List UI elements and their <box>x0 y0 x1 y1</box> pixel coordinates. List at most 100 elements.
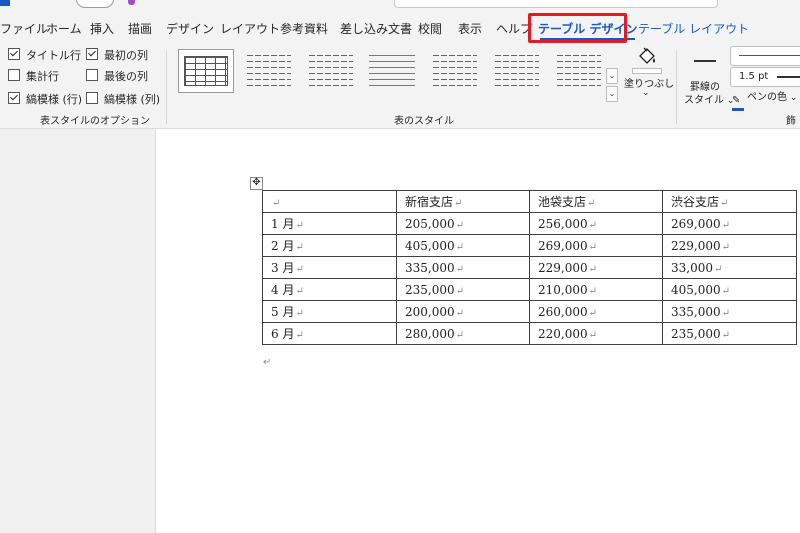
sales-table[interactable]: ↵ 新宿支店↵ 池袋支店↵ 渋谷支店↵ 1 月↵ 205,000↵ 256,00… <box>262 190 797 345</box>
paragraph-mark: ↵ <box>455 219 465 231</box>
line-weight-value: 1.5 pt <box>739 71 769 82</box>
first-column-checkbox[interactable] <box>86 48 98 60</box>
option-first-column[interactable]: 最初の列 <box>86 48 148 64</box>
banded-columns-checkbox[interactable] <box>86 92 98 104</box>
paragraph-mark: ↵ <box>455 241 465 253</box>
cell-text: 235,000 <box>671 326 721 341</box>
table-cell[interactable]: 280,000↵ <box>396 322 530 345</box>
line-weight-preview <box>777 76 800 78</box>
banded-rows-checkbox[interactable] <box>8 92 20 104</box>
total-row-label: 集計行 <box>26 70 59 83</box>
table-cell[interactable]: 405,000↵ <box>662 278 797 301</box>
table-cell[interactable]: 269,000↵ <box>529 234 663 257</box>
search-box[interactable] <box>394 0 718 8</box>
table-cell[interactable]: 5 月↵ <box>262 300 397 323</box>
word-app-icon <box>0 0 10 6</box>
shading-button[interactable]: 塗りつぶし ⌄ <box>624 46 674 102</box>
table-cell[interactable]: 200,000↵ <box>396 300 530 323</box>
gallery-expand-button[interactable]: ⌄ <box>606 86 618 102</box>
table-cell[interactable]: 229,000↵ <box>662 234 797 257</box>
group-separator <box>166 50 167 124</box>
tab-references[interactable]: 参考資料 <box>280 12 328 46</box>
paragraph-mark: ↵ <box>295 286 304 297</box>
gallery-scroll-down-button[interactable]: ⌄ <box>606 68 618 84</box>
table-style-thumb[interactable] <box>426 49 482 93</box>
tab-file[interactable]: ファイル <box>0 12 48 46</box>
table-style-thumb[interactable] <box>488 49 544 93</box>
table-cell[interactable]: 229,000↵ <box>529 256 663 279</box>
table-cell[interactable]: ↵ <box>262 190 397 213</box>
table-cell[interactable]: 235,000↵ <box>396 278 530 301</box>
table-cell[interactable]: 335,000↵ <box>662 300 797 323</box>
table-cell[interactable]: 335,000↵ <box>396 256 530 279</box>
autosave-toggle[interactable] <box>76 0 114 8</box>
table-cell[interactable]: 6 月↵ <box>262 322 397 345</box>
tab-mailings[interactable]: 差し込み文書 <box>340 12 412 46</box>
cell-text: 269,000 <box>538 238 588 253</box>
header-row-checkbox[interactable] <box>8 48 20 60</box>
table-cell[interactable]: 210,000↵ <box>529 278 663 301</box>
table-cell[interactable]: 405,000↵ <box>396 234 530 257</box>
total-row-checkbox[interactable] <box>8 69 20 81</box>
option-total-row[interactable]: 集計行 <box>8 69 59 85</box>
copilot-icon[interactable] <box>128 0 135 5</box>
table-cell[interactable]: 260,000↵ <box>529 300 663 323</box>
border-styles-button[interactable]: 罫線の スタイル ⌄ <box>684 54 734 106</box>
cell-text: 220,000 <box>538 326 588 341</box>
line-weight-dropdown[interactable]: 1.5 pt <box>730 67 800 87</box>
table-cell[interactable]: 3 月↵ <box>262 256 397 279</box>
table-move-handle-icon[interactable]: ✥ <box>250 177 263 190</box>
tab-review[interactable]: 校閲 <box>418 12 442 46</box>
option-header-row[interactable]: タイトル行 <box>8 48 81 64</box>
chevron-down-icon: ⌄ <box>642 88 650 98</box>
table-cell[interactable]: 1 月↵ <box>262 212 397 235</box>
paragraph-mark: ↵ <box>455 285 465 297</box>
table-cell[interactable]: 33,000↵ <box>662 256 797 279</box>
tab-layout[interactable]: レイアウト <box>220 12 280 46</box>
paragraph-mark: ↵ <box>588 241 598 253</box>
line-style-dropdown[interactable] <box>730 46 800 66</box>
pen-color-button[interactable]: ✎ ペンの色 ⌄ <box>732 90 797 111</box>
group-label-style-options: 表スタイルのオプション <box>40 116 150 127</box>
tab-insert[interactable]: 挿入 <box>90 12 114 46</box>
paragraph-mark: ↵ <box>721 329 731 341</box>
tab-draw[interactable]: 描画 <box>128 12 152 46</box>
table-cell[interactable]: 2 月↵ <box>262 234 397 257</box>
table-row: 5 月↵ 200,000↵ 260,000↵ 335,000↵ <box>262 300 797 323</box>
tab-table-layout[interactable]: テーブル レイアウト <box>638 12 749 46</box>
table-style-thumb[interactable] <box>364 49 420 93</box>
paragraph-mark: ↵ <box>720 198 729 209</box>
table-style-thumb[interactable] <box>302 49 358 93</box>
paragraph-mark: ↵ <box>455 307 465 319</box>
tab-help[interactable]: ヘルプ <box>496 12 532 46</box>
group-label-table-styles: 表のスタイル <box>394 116 454 127</box>
table-style-thumb[interactable] <box>240 49 296 93</box>
cell-text: 5 月 <box>271 305 295 319</box>
border-styles-label2-row: スタイル ⌄ <box>684 91 734 106</box>
table-cell[interactable]: 220,000↵ <box>529 322 663 345</box>
last-column-checkbox[interactable] <box>86 69 98 81</box>
first-column-label: 最初の列 <box>104 49 148 62</box>
option-banded-columns[interactable]: 縞模様 (列) <box>86 92 160 108</box>
tab-view[interactable]: 表示 <box>458 12 482 46</box>
group-separator <box>676 50 677 124</box>
table-cell[interactable]: 渋谷支店↵ <box>662 190 797 213</box>
table-cell[interactable]: 269,000↵ <box>662 212 797 235</box>
tab-design[interactable]: デザイン <box>166 12 214 46</box>
option-last-column[interactable]: 最後の列 <box>86 69 148 85</box>
cell-text: 229,000 <box>671 238 721 253</box>
option-banded-rows[interactable]: 縞模様 (行) <box>8 92 82 108</box>
table-cell[interactable]: 新宿支店↵ <box>396 190 530 213</box>
table-cell[interactable]: 池袋支店↵ <box>529 190 663 213</box>
table-style-thumb[interactable] <box>550 49 606 93</box>
table-cell[interactable]: 4 月↵ <box>262 278 397 301</box>
tab-home[interactable]: ホーム <box>46 12 82 46</box>
table-cell[interactable]: 256,000↵ <box>529 212 663 235</box>
paragraph-mark: ↵ <box>587 198 596 209</box>
tab-table-design[interactable]: テーブル デザイン <box>538 12 637 46</box>
table-style-thumb[interactable] <box>178 49 234 93</box>
shading-color-bar <box>632 68 662 74</box>
table-cell[interactable]: 235,000↵ <box>662 322 797 345</box>
table-row: 3 月↵ 335,000↵ 229,000↵ 33,000↵ <box>262 256 797 279</box>
table-cell[interactable]: 205,000↵ <box>396 212 530 235</box>
